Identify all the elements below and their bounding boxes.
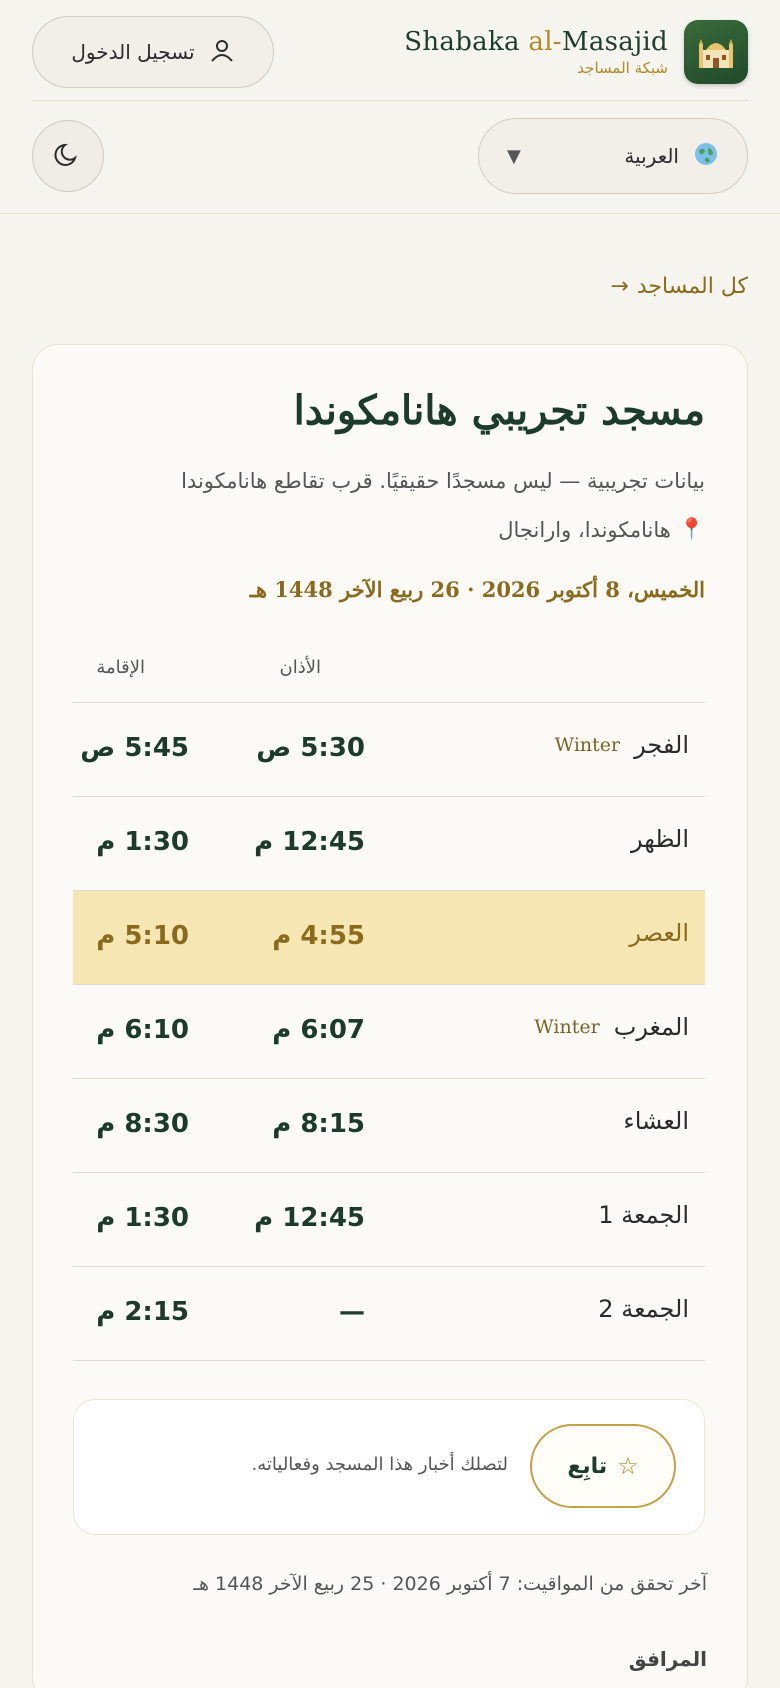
prayer-name: الجمعة 2 [598, 1295, 689, 1323]
prayer-name: المغرب Winter [534, 1013, 689, 1041]
back-to-mosques-link[interactable]: كل المساجد → [610, 274, 748, 299]
season-tag: Winter [534, 1016, 600, 1038]
follow-description: لتصلك أخبار هذا المسجد وفعالياته. [251, 1454, 508, 1475]
table-row: المغرب Winter 6:07 م 6:10 م [73, 985, 705, 1079]
season-tag: Winter [554, 734, 621, 756]
follow-label: تابِع [567, 1453, 608, 1479]
header-divider [32, 100, 748, 101]
moon-icon [53, 139, 83, 173]
table-row-current: العصر 4:55 م 5:10 م [73, 891, 705, 985]
iqama-time: 2:15 م [96, 1297, 189, 1327]
follow-button[interactable]: ☆ تابِع [530, 1424, 676, 1508]
mosque-description: بيانات تجريبية — ليس مسجدًا حقيقيًا. قرب… [181, 469, 705, 493]
theme-toggle-button[interactable] [32, 120, 104, 192]
table-row: الفجر Winter 5:30 ص 5:45 ص [73, 703, 705, 797]
adhan-time: 12:45 م [254, 1203, 365, 1233]
header-adhan: الأذان [279, 657, 321, 678]
login-button[interactable]: تسجيل الدخول [32, 16, 274, 88]
language-select[interactable]: العربية ▼ [478, 118, 748, 194]
login-label: تسجيل الدخول [71, 40, 195, 64]
top-header: Shabaka al-Masajid شبكة المساجد تسجيل ال… [0, 0, 780, 102]
table-row: الجمعة 2 — 2:15 م [73, 1267, 705, 1361]
mosque-icon [684, 20, 748, 84]
back-label: كل المساجد [636, 274, 748, 299]
prayer-name: الجمعة 1 [598, 1201, 689, 1229]
brand[interactable]: Shabaka al-Masajid شبكة المساجد [404, 20, 748, 84]
table-row: الظهر 12:45 م 1:30 م [73, 797, 705, 891]
mosque-address: 📍 هانامكوندا، وارانجال [498, 517, 705, 542]
table-row: العشاء 8:15 م 8:30 م [73, 1079, 705, 1173]
adhan-time: 6:07 م [272, 1015, 365, 1045]
brand-name: Shabaka al-Masajid [404, 27, 668, 57]
chevron-down-icon: ▼ [507, 145, 521, 167]
header-iqama: الإقامة [96, 657, 145, 678]
facilities-heading: المرافق [628, 1647, 707, 1671]
date-line: الخميس، 8 أكتوبر 2026 · 26 ربيع الآخر 14… [249, 577, 705, 602]
prayer-name-label: المغرب [613, 1013, 689, 1041]
section-divider [0, 213, 780, 214]
prayer-name-label: الفجر [634, 731, 689, 759]
prayer-name: العشاء [623, 1107, 689, 1135]
prayer-name-label: الجمعة 1 [598, 1201, 689, 1229]
iqama-time: 8:30 م [96, 1109, 189, 1139]
table-row: الجمعة 1 12:45 م 1:30 م [73, 1173, 705, 1267]
adhan-time: 12:45 م [254, 827, 365, 857]
prayer-name-label: العصر [629, 919, 689, 947]
table-header: الأذان الإقامة [73, 635, 705, 703]
star-icon: ☆ [617, 1452, 639, 1480]
adhan-time: — [339, 1297, 365, 1327]
globe-icon [693, 141, 719, 172]
iqama-time: 5:45 ص [80, 733, 189, 763]
prayer-name-label: الظهر [631, 825, 689, 853]
pin-icon: 📍 [678, 517, 705, 541]
iqama-time: 1:30 م [96, 1203, 189, 1233]
iqama-time: 6:10 م [96, 1015, 189, 1045]
prayer-name-label: الجمعة 2 [598, 1295, 689, 1323]
prayer-name: العصر [629, 919, 689, 947]
mosque-card: مسجد تجريبي هانامكوندا بيانات تجريبية — … [32, 344, 748, 1688]
user-icon [209, 37, 235, 68]
last-verified-text: آخر تحقق من المواقيت: 7 أكتوبر 2026 · 25… [193, 1573, 707, 1595]
iqama-time: 1:30 م [96, 827, 189, 857]
mosque-title: مسجد تجريبي هانامكوندا [293, 387, 705, 434]
prayer-name: الظهر [631, 825, 689, 853]
adhan-time: 4:55 م [272, 921, 365, 951]
language-label: العربية [624, 144, 679, 168]
prayer-name: الفجر Winter [555, 731, 689, 759]
prayer-name-label: العشاء [623, 1107, 689, 1135]
iqama-time: 5:10 م [96, 921, 189, 951]
adhan-time: 8:15 م [272, 1109, 365, 1139]
brand-text: Shabaka al-Masajid شبكة المساجد [404, 27, 668, 77]
follow-panel: ☆ تابِع لتصلك أخبار هذا المسجد وفعالياته… [73, 1399, 705, 1535]
brand-subtitle: شبكة المساجد [577, 59, 668, 77]
address-text: هانامكوندا، وارانجال [498, 517, 671, 542]
arrow-icon: → [610, 274, 629, 299]
adhan-time: 5:30 ص [256, 733, 365, 763]
prayer-times-table: الأذان الإقامة الفجر Winter 5:30 ص 5:45 … [73, 635, 705, 1361]
